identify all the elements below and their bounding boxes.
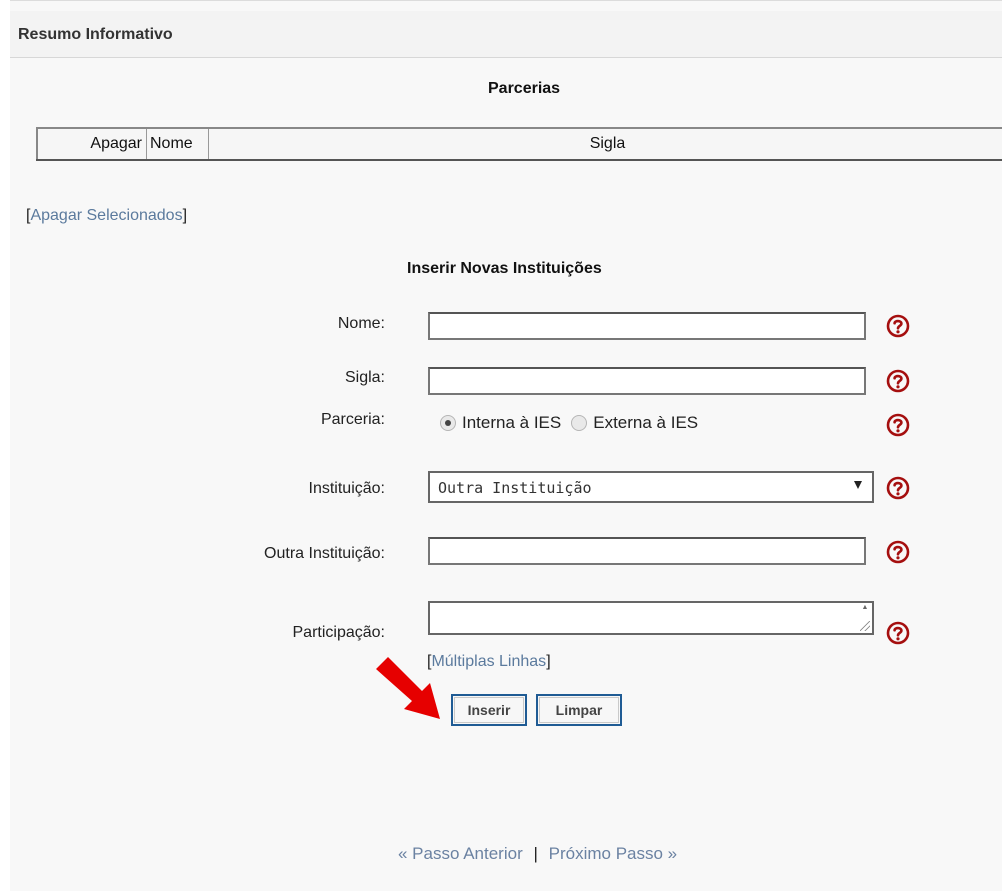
header-title: Resumo Informativo xyxy=(18,26,173,44)
parcerias-title: Parcerias xyxy=(488,80,560,98)
outra-instituicao-label: Outra Instituição: xyxy=(264,545,385,563)
help-icon[interactable] xyxy=(886,540,910,564)
scroll-up-icon[interactable]: ▲ xyxy=(860,604,870,612)
column-header-apagar: Apagar xyxy=(37,128,147,160)
nav-separator: | xyxy=(533,844,537,863)
form-page: Resumo Informativo Parcerias Apagar Nome… xyxy=(10,0,1002,891)
nome-label: Nome: xyxy=(338,315,385,333)
delete-selected-link[interactable]: Apagar Selecionados xyxy=(30,207,182,224)
table-header-row: Apagar Nome Sigla xyxy=(37,128,1002,160)
parceria-label: Parceria: xyxy=(321,411,385,429)
outra-instituicao-input[interactable] xyxy=(428,537,866,565)
radio-externa[interactable] xyxy=(571,415,587,431)
sigla-label: Sigla: xyxy=(345,369,385,387)
parceria-radio-group: Interna à IES Externa à IES xyxy=(440,413,708,437)
next-step-link[interactable]: Próximo Passo » xyxy=(549,844,678,863)
instituicao-select[interactable]: Outra Instituição xyxy=(428,471,874,503)
step-navigation: « Passo Anterior | Próximo Passo » xyxy=(398,844,677,864)
help-icon[interactable] xyxy=(886,369,910,393)
radio-interna-label[interactable]: Interna à IES xyxy=(462,413,561,433)
instituicao-selected-value: Outra Instituição xyxy=(438,479,592,497)
header-bar: Resumo Informativo xyxy=(10,11,1002,58)
sigla-input[interactable] xyxy=(428,367,866,395)
parcerias-table: Apagar Nome Sigla xyxy=(36,127,1002,161)
radio-externa-label[interactable]: Externa à IES xyxy=(593,413,698,433)
participacao-textarea[interactable]: ▲ xyxy=(428,601,874,635)
help-icon[interactable] xyxy=(886,476,910,500)
help-icon[interactable] xyxy=(886,413,910,437)
previous-step-link[interactable]: « Passo Anterior xyxy=(398,844,523,863)
resize-handle-icon[interactable] xyxy=(860,621,870,631)
clear-button[interactable]: Limpar xyxy=(536,694,622,726)
nome-input[interactable] xyxy=(428,312,866,340)
delete-selected-wrapper: [Apagar Selecionados] xyxy=(26,207,187,225)
column-header-nome: Nome xyxy=(147,128,209,160)
red-arrow-annotation xyxy=(372,653,452,725)
insert-form-title: Inserir Novas Instituições xyxy=(407,260,602,278)
column-header-sigla: Sigla xyxy=(209,128,1002,160)
participacao-label: Participação: xyxy=(293,624,386,642)
instituicao-label: Instituição: xyxy=(309,480,385,498)
insert-button[interactable]: Inserir xyxy=(451,694,527,726)
dropdown-arrow-icon xyxy=(854,481,862,489)
help-icon[interactable] xyxy=(886,621,910,645)
radio-interna[interactable] xyxy=(440,415,456,431)
help-icon[interactable] xyxy=(886,314,910,338)
